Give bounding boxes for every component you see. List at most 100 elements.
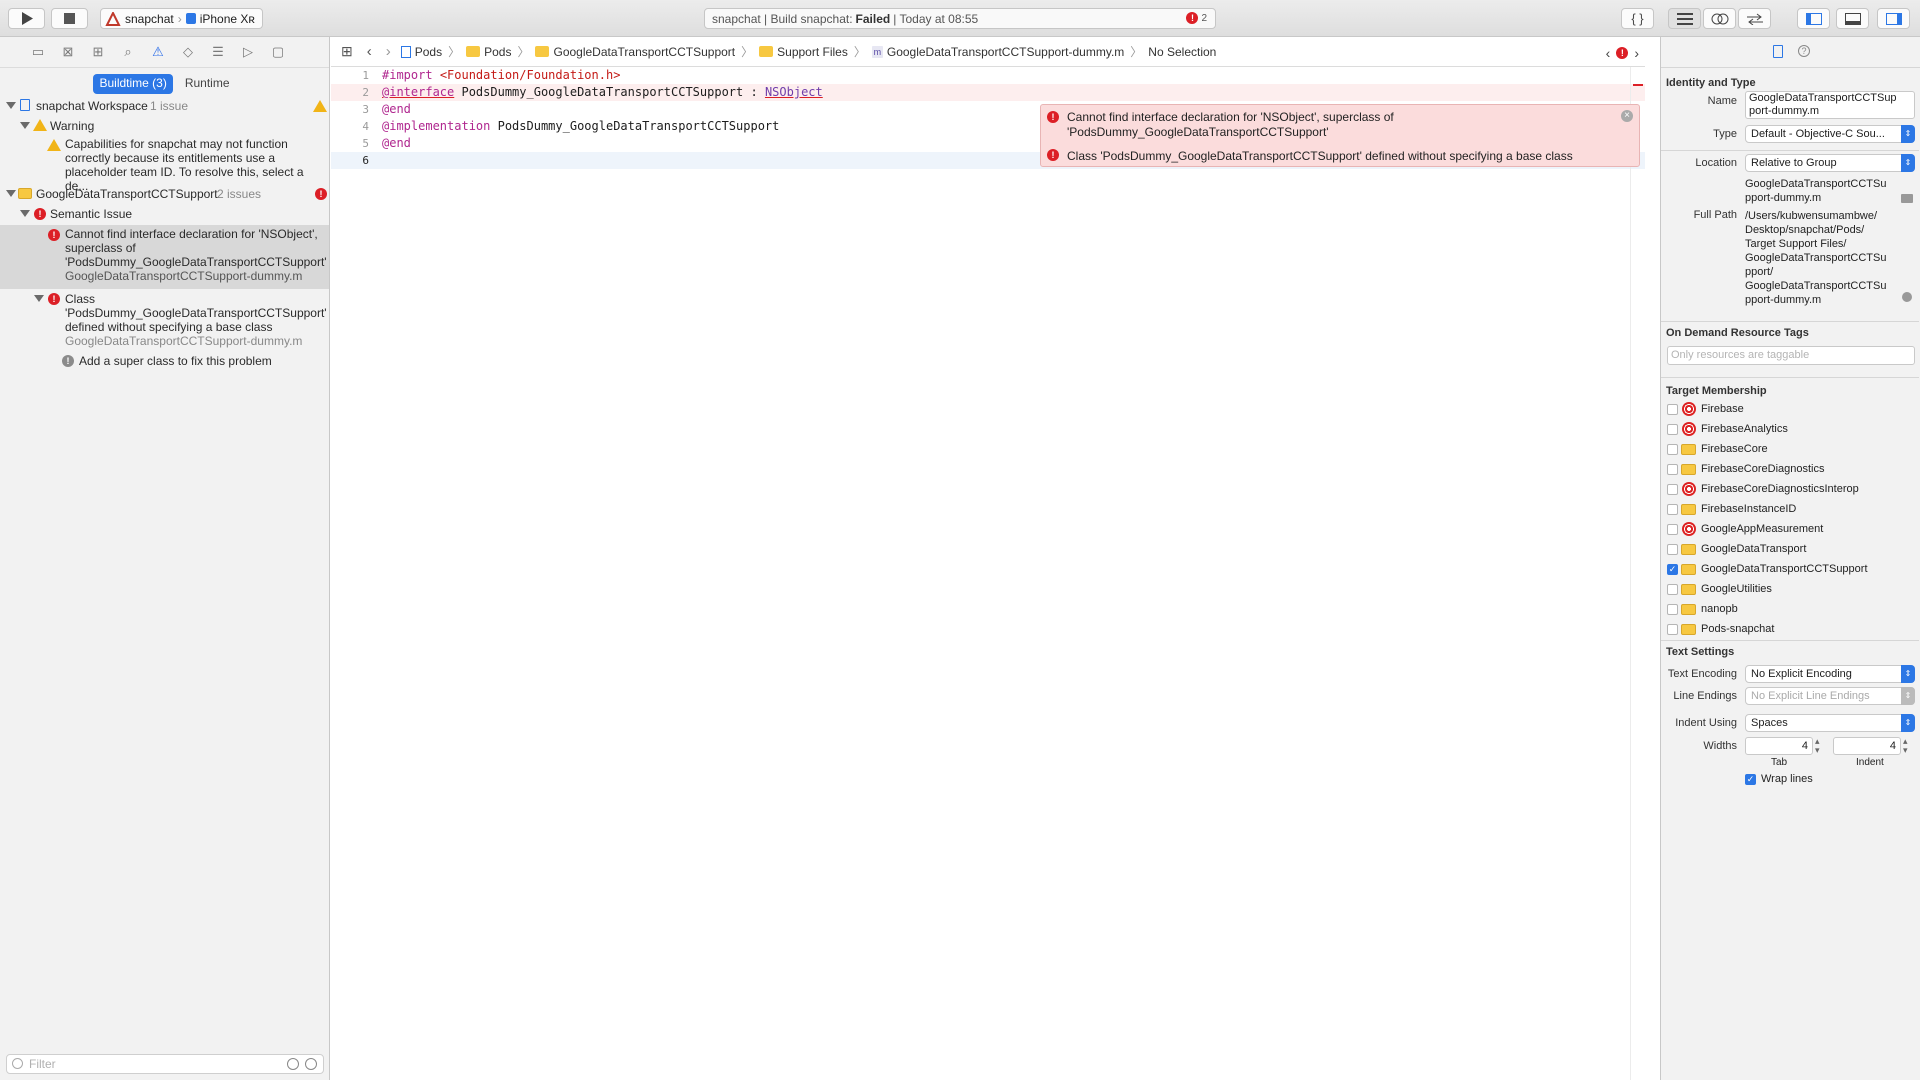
error-icon[interactable]: ! [1616,47,1629,59]
version-editor-button[interactable] [1738,8,1771,29]
target-checkbox[interactable] [1667,464,1678,475]
breadcrumb-separator: 〉 [1130,45,1143,59]
source-control-icon[interactable]: ⊠ [60,44,76,60]
breakpoint-icon[interactable]: ▷ [240,44,256,60]
divider [1661,377,1919,378]
target-checkbox[interactable] [1667,624,1678,635]
tab-width-stepper[interactable]: ▴ ▾ [1815,737,1820,755]
error-message[interactable]: Class 'PodsDummy_GoogleDataTransportCCTS… [1067,149,1573,163]
target-checkbox[interactable]: ✓ [1667,564,1678,575]
indent-using-popup[interactable]: Spaces ⇕ [1745,714,1915,732]
target-checkbox[interactable] [1667,484,1678,495]
target-checkbox[interactable] [1667,424,1678,435]
breadcrumb-selection[interactable]: No Selection [1148,45,1216,59]
folder-icon[interactable] [1901,194,1913,203]
breadcrumb-pods-project[interactable]: Pods [415,45,442,59]
breadcrumb-pod-group[interactable]: GoogleDataTransportCCTSupport [553,45,735,59]
encoding-popup[interactable]: No Explicit Encoding ⇕ [1745,665,1915,683]
breadcrumb-support-files[interactable]: Support Files [777,45,848,59]
target-membership-row[interactable]: FirebaseInstanceID [1661,500,1919,518]
issue-warning-icon[interactable]: ⚠ [150,44,166,60]
stop-button[interactable] [51,8,88,29]
error-message[interactable]: Cannot find interface declaration for 'N… [1067,110,1394,140]
target-checkbox[interactable] [1667,444,1678,455]
status-error-badge[interactable]: ! 2 [1186,12,1207,24]
report-icon[interactable]: ▢ [270,44,286,60]
target-membership-row[interactable]: GoogleUtilities [1661,580,1919,598]
reveal-arrow-icon[interactable] [1902,292,1912,302]
assistant-editor-button[interactable] [1703,8,1736,29]
scheme-selector[interactable]: snapchat › iPhone Xʀ [100,8,263,29]
breadcrumb-pods-group[interactable]: Pods [484,45,511,59]
disclosure-triangle-icon[interactable] [20,210,30,217]
target-membership-row[interactable]: FirebaseAnalytics [1661,420,1919,438]
back-icon[interactable]: ‹ [367,43,372,60]
target-checkbox[interactable] [1667,404,1678,415]
target-checkbox[interactable] [1667,604,1678,615]
warning-issue-row[interactable]: Capabilities for snapchat may not functi… [0,137,329,193]
target-checkbox[interactable] [1667,524,1678,535]
next-issue-icon[interactable]: › [1634,45,1639,61]
code-line[interactable]: 1 #import <Foundation/Foundation.h> [331,67,1645,84]
breadcrumb-file[interactable]: GoogleDataTransportCCTSupport-dummy.m [887,45,1124,59]
name-field[interactable]: GoogleDataTransportCCTSup port-dummy.m [1745,91,1915,119]
semantic-group-row[interactable]: ! Semantic Issue [0,206,329,222]
editor-scrollbar[interactable] [1630,67,1645,1080]
disclosure-triangle-icon[interactable] [34,295,44,302]
indent-width-field[interactable]: 4 [1833,737,1901,755]
indent-width-stepper[interactable]: ▴ ▾ [1903,737,1908,755]
membership-header: Target Membership [1666,385,1767,397]
disclosure-triangle-icon[interactable] [6,190,16,197]
fixit-row[interactable]: ! Add a super class to fix this problem [0,353,329,369]
target-checkbox[interactable] [1667,584,1678,595]
pod-row[interactable]: GoogleDataTransportCCTSupport 2 issues ! [0,186,329,202]
breadcrumb-separator: 〉 [517,45,530,59]
target-membership-row[interactable]: GoogleAppMeasurement [1661,520,1919,538]
file-icon[interactable] [1773,45,1783,58]
library-button[interactable]: { } [1621,8,1654,29]
target-membership-row[interactable]: FirebaseCoreDiagnosticsInterop [1661,480,1919,498]
test-icon[interactable]: ◇ [180,44,196,60]
run-button[interactable] [8,8,45,29]
issue-row[interactable]: ! Class 'PodsDummy_GoogleDataTransportCC… [0,290,329,352]
help-icon[interactable]: ? [1798,45,1810,57]
forward-icon[interactable]: › [386,43,391,60]
related-items-icon[interactable]: ⊞ [341,43,353,60]
target-checkbox[interactable] [1667,544,1678,555]
target-membership-row[interactable]: Pods-snapchat [1661,620,1919,638]
disclosure-triangle-icon[interactable] [20,122,30,129]
target-membership-row[interactable]: FirebaseCore [1661,440,1919,458]
workspace-row[interactable]: snapchat Workspace 1 issue [0,98,329,114]
warning-group-row[interactable]: Warning [0,118,329,134]
filter-input[interactable]: Filter [6,1054,324,1074]
search-icon[interactable]: ⌕ [120,44,136,60]
toggle-debug-area-button[interactable] [1836,8,1869,29]
disclosure-triangle-icon[interactable] [6,102,16,109]
issues-filter-icon[interactable] [305,1058,317,1070]
close-icon[interactable]: × [1621,110,1633,122]
symbol-icon[interactable]: ⊞ [90,44,106,60]
tab-buildtime[interactable]: Buildtime (3) [93,74,173,94]
debug-icon[interactable]: ☰ [210,44,226,60]
target-membership-row[interactable]: Firebase [1661,400,1919,418]
target-membership-row[interactable]: nanopb [1661,600,1919,618]
tab-width-field[interactable]: 4 [1745,737,1813,755]
location-popup[interactable]: Relative to Group ⇕ [1745,154,1915,172]
odr-tags-field[interactable]: Only resources are taggable [1667,346,1915,365]
standard-editor-button[interactable] [1668,8,1701,29]
previous-issue-icon[interactable]: ‹ [1606,45,1611,61]
target-membership-row[interactable]: ✓ GoogleDataTransportCCTSupport [1661,560,1919,578]
clock-icon[interactable] [287,1058,299,1070]
toggle-navigator-button[interactable] [1797,8,1830,29]
wrap-lines-checkbox[interactable]: ✓ [1745,774,1756,785]
target-membership-row[interactable]: GoogleDataTransport [1661,540,1919,558]
folder-icon[interactable]: ▭ [30,44,46,60]
tab-runtime[interactable]: Runtime [179,74,236,94]
line-endings-popup[interactable]: No Explicit Line Endings ⇕ [1745,687,1915,705]
type-popup[interactable]: Default - Objective-C Sou... ⇕ [1745,125,1915,143]
code-line-error[interactable]: 2 @interface PodsDummy_GoogleDataTranspo… [331,84,1645,101]
target-checkbox[interactable] [1667,504,1678,515]
issue-row-selected[interactable]: ! Cannot find interface declaration for … [0,225,329,289]
toggle-inspector-button[interactable] [1877,8,1910,29]
target-membership-row[interactable]: FirebaseCoreDiagnostics [1661,460,1919,478]
